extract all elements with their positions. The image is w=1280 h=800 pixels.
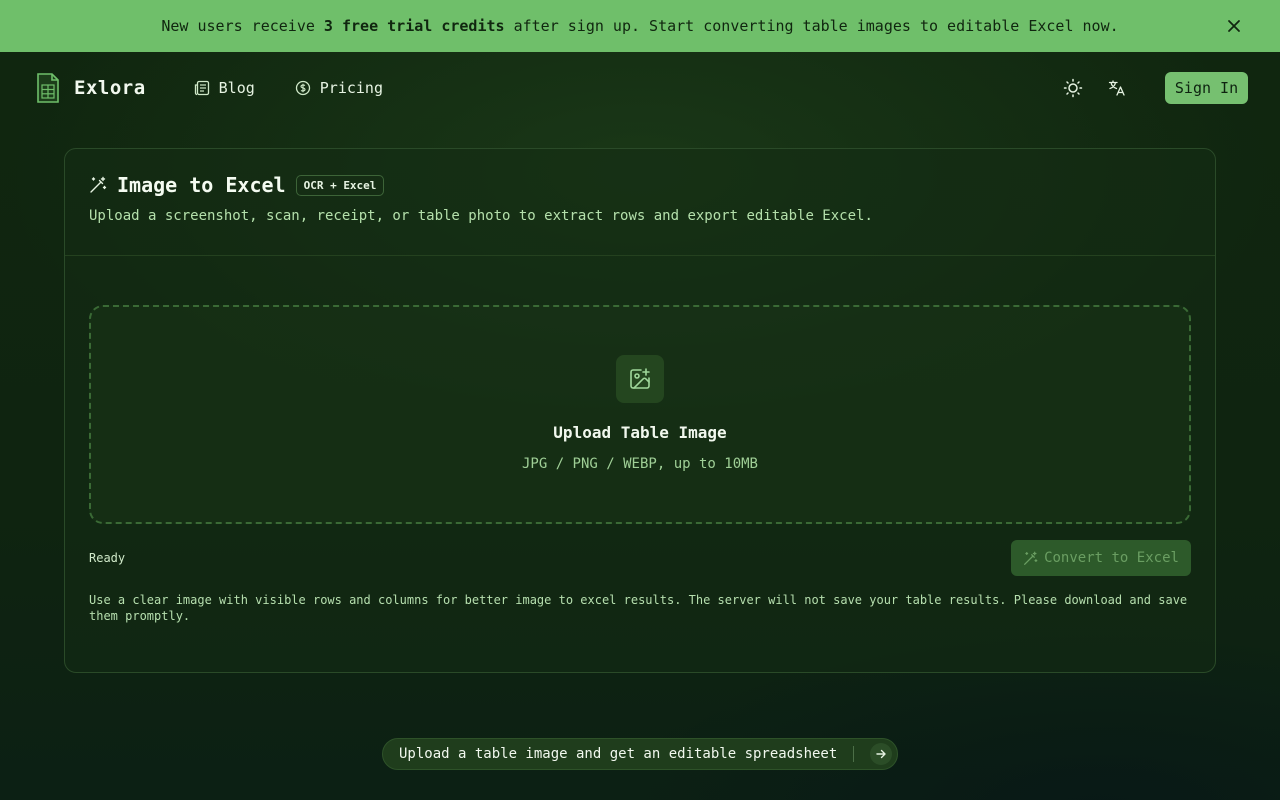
pill-divider (853, 746, 855, 762)
card-title-row: Image to Excel OCR + Excel (89, 173, 1191, 197)
theme-toggle-button[interactable] (1059, 74, 1087, 102)
card-subtitle: Upload a screenshot, scan, receipt, or t… (89, 208, 873, 224)
upload-icon-box (616, 355, 664, 403)
upload-dropzone[interactable]: Upload Table Image JPG / PNG / WEBP, up … (89, 305, 1191, 524)
image-plus-icon (630, 368, 650, 389)
promo-banner: New users receive 3 free trial credits a… (0, 0, 1280, 52)
sign-in-button[interactable]: Sign In (1165, 72, 1248, 104)
brand-logo[interactable]: Exlora (36, 73, 146, 103)
brand-name: Exlora (74, 77, 146, 99)
header-actions: Sign In (1059, 72, 1248, 104)
nav-item-pricing[interactable]: Pricing (295, 79, 383, 97)
translate-icon (1108, 80, 1125, 96)
language-button[interactable] (1103, 74, 1131, 102)
upload-title: Upload Table Image (553, 423, 727, 442)
dollar-circle-icon (295, 80, 310, 96)
banner-highlight: 3 free trial credits (323, 17, 505, 35)
convert-to-excel-button[interactable]: Convert to Excel (1011, 540, 1191, 576)
nav-label-pricing: Pricing (319, 79, 383, 97)
banner-text: New users receive 3 free trial credits a… (161, 17, 1119, 35)
top-header: Exlora Blog Pricing Sign In (0, 52, 1280, 124)
cta-pill[interactable]: Upload a table image and get an editable… (382, 738, 898, 770)
convert-label: Convert to Excel (1044, 550, 1179, 566)
page-title: Image to Excel (117, 173, 286, 197)
magic-wand-icon (90, 176, 107, 193)
usage-hint: Use a clear image with visible rows and … (89, 593, 1188, 623)
upload-formats: JPG / PNG / WEBP, up to 10MB (521, 456, 758, 472)
nav-label-blog: Blog (218, 79, 255, 97)
nav-item-blog[interactable]: Blog (194, 79, 255, 97)
close-icon (1228, 20, 1240, 32)
newspaper-icon (194, 80, 209, 96)
banner-close-button[interactable] (1224, 16, 1244, 36)
main-nav: Blog Pricing (194, 79, 383, 97)
ocr-badge: OCR + Excel (295, 174, 385, 196)
sun-icon (1063, 78, 1083, 98)
arrow-right-icon (870, 743, 893, 765)
status-text: Ready (89, 551, 126, 565)
cta-pill-text: Upload a table image and get an editable… (399, 746, 838, 762)
spreadsheet-logo-icon (37, 73, 59, 103)
converter-card: Image to Excel OCR + Excel Upload a scre… (64, 148, 1216, 673)
magic-wand-icon (1024, 551, 1038, 565)
card-header: Image to Excel OCR + Excel Upload a scre… (65, 149, 1215, 256)
